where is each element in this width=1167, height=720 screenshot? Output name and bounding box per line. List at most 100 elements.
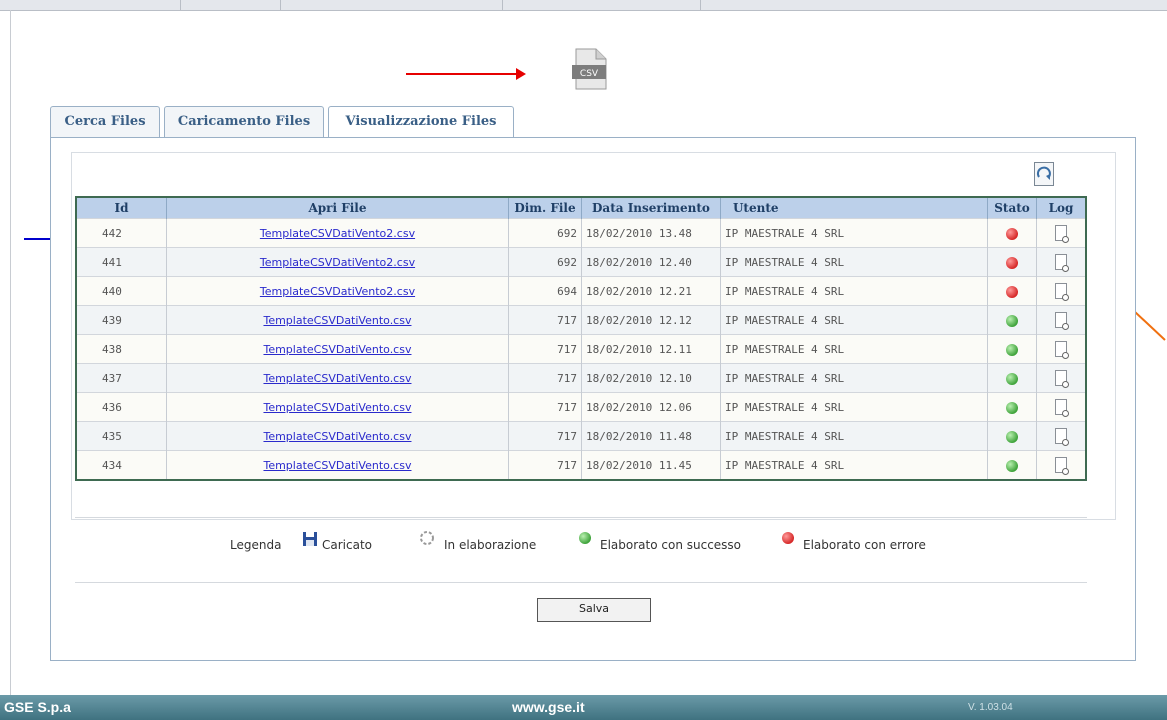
cell-size: 717 bbox=[508, 363, 582, 393]
file-link[interactable]: TemplateCSVDatiVento2.csv bbox=[260, 256, 415, 269]
table-row: 438 TemplateCSVDatiVento.csv 717 18/02/2010… bbox=[76, 334, 1087, 364]
table-row: 439 TemplateCSVDatiVento.csv 717 18/02/2010… bbox=[76, 305, 1087, 335]
file-link[interactable]: TemplateCSVDatiVento2.csv bbox=[260, 227, 415, 240]
cell-status bbox=[987, 363, 1037, 393]
table-body: 442 TemplateCSVDatiVento2.csv 692 18/02/201… bbox=[76, 218, 1087, 480]
cell-log bbox=[1036, 247, 1087, 277]
table-row: 436 TemplateCSVDatiVento.csv 717 18/02/2010… bbox=[76, 392, 1087, 422]
error-status-icon bbox=[1006, 227, 1018, 240]
header-data-inserimento[interactable]: Data Inserimento bbox=[581, 197, 721, 219]
header-utente[interactable]: Utente bbox=[720, 197, 989, 219]
floppy-disk-icon bbox=[303, 532, 317, 546]
save-button[interactable]: Salva bbox=[537, 598, 651, 622]
header-dim-file[interactable]: Dim. File bbox=[508, 197, 582, 219]
cell-user: IP MAESTRALE 4 SRL bbox=[720, 421, 989, 451]
legend-errore: Elaborato con errore bbox=[803, 538, 926, 552]
log-view-icon[interactable] bbox=[1055, 399, 1069, 417]
table-row: 437 TemplateCSVDatiVento.csv 717 18/02/2010… bbox=[76, 363, 1087, 393]
cell-status bbox=[987, 305, 1037, 335]
cell-user: IP MAESTRALE 4 SRL bbox=[720, 363, 989, 393]
log-view-icon[interactable] bbox=[1055, 457, 1069, 475]
cell-log bbox=[1036, 363, 1087, 393]
log-view-icon[interactable] bbox=[1055, 254, 1069, 272]
log-view-icon[interactable] bbox=[1055, 283, 1069, 301]
cell-size: 717 bbox=[508, 305, 582, 335]
footer-website-link[interactable]: www.gse.it bbox=[512, 699, 585, 715]
red-arrow-annotation bbox=[406, 68, 526, 80]
cell-id: 435 bbox=[76, 421, 167, 451]
file-link[interactable]: TemplateCSVDatiVento.csv bbox=[263, 343, 411, 356]
cell-id: 440 bbox=[76, 276, 167, 306]
file-link[interactable]: TemplateCSVDatiVento2.csv bbox=[260, 285, 415, 298]
success-status-icon bbox=[1006, 343, 1018, 356]
cell-file: TemplateCSVDatiVento2.csv bbox=[166, 247, 509, 277]
success-status-icon bbox=[1006, 430, 1018, 443]
cell-id: 436 bbox=[76, 392, 167, 422]
cell-id: 438 bbox=[76, 334, 167, 364]
cell-status bbox=[987, 247, 1037, 277]
success-status-icon bbox=[1006, 401, 1018, 414]
file-link[interactable]: TemplateCSVDatiVento.csv bbox=[263, 459, 411, 472]
tab-visualizzazione-files[interactable]: Visualizzazione Files bbox=[328, 106, 514, 140]
success-status-icon bbox=[1006, 314, 1018, 327]
cell-log bbox=[1036, 218, 1087, 248]
file-link[interactable]: TemplateCSVDatiVento.csv bbox=[263, 372, 411, 385]
success-status-icon bbox=[1006, 459, 1018, 472]
header-apri-file[interactable]: Apri File bbox=[166, 197, 509, 219]
cell-status bbox=[987, 392, 1037, 422]
top-strip-segment bbox=[502, 0, 701, 10]
cell-file: TemplateCSVDatiVento2.csv bbox=[166, 276, 509, 306]
footer-version: V. 1.03.04 bbox=[968, 702, 1013, 713]
files-table: Id Apri File Dim. File Data Inserimento … bbox=[75, 196, 1087, 481]
header-stato[interactable]: Stato bbox=[987, 197, 1037, 219]
cell-status bbox=[987, 276, 1037, 306]
legend-bar bbox=[75, 517, 1087, 583]
cell-size: 717 bbox=[508, 392, 582, 422]
cell-file: TemplateCSVDatiVento.csv bbox=[166, 392, 509, 422]
cell-status bbox=[987, 334, 1037, 364]
cell-size: 717 bbox=[508, 334, 582, 364]
log-view-icon[interactable] bbox=[1055, 428, 1069, 446]
cell-id: 434 bbox=[76, 450, 167, 480]
cell-status bbox=[987, 450, 1037, 480]
cell-id: 439 bbox=[76, 305, 167, 335]
spinner-icon bbox=[420, 531, 434, 545]
table-header-row: Id Apri File Dim. File Data Inserimento … bbox=[76, 197, 1087, 219]
file-link[interactable]: TemplateCSVDatiVento.csv bbox=[263, 314, 411, 327]
refresh-icon[interactable] bbox=[1034, 162, 1054, 186]
csv-file-icon[interactable]: CSV bbox=[570, 47, 610, 91]
cell-log bbox=[1036, 421, 1087, 451]
cell-size: 692 bbox=[508, 247, 582, 277]
refresh-glyph bbox=[1036, 166, 1051, 180]
top-strip-segment bbox=[0, 0, 181, 10]
cell-user: IP MAESTRALE 4 SRL bbox=[720, 450, 989, 480]
file-link[interactable]: TemplateCSVDatiVento.csv bbox=[263, 430, 411, 443]
cell-file: TemplateCSVDatiVento.csv bbox=[166, 305, 509, 335]
header-log[interactable]: Log bbox=[1036, 197, 1087, 219]
cell-log bbox=[1036, 450, 1087, 480]
log-view-icon[interactable] bbox=[1055, 312, 1069, 330]
log-view-icon[interactable] bbox=[1055, 341, 1069, 359]
header-id[interactable]: Id bbox=[76, 197, 167, 219]
cell-id: 437 bbox=[76, 363, 167, 393]
cell-file: TemplateCSVDatiVento.csv bbox=[166, 421, 509, 451]
cell-size: 692 bbox=[508, 218, 582, 248]
table-row: 434 TemplateCSVDatiVento.csv 717 18/02/2010… bbox=[76, 450, 1087, 480]
tab-caricamento-files[interactable]: Caricamento Files bbox=[164, 106, 324, 137]
cell-date: 18/02/2010 12.12 bbox=[581, 305, 721, 335]
table-row: 442 TemplateCSVDatiVento2.csv 692 18/02/201… bbox=[76, 218, 1087, 248]
cell-id: 442 bbox=[76, 218, 167, 248]
log-view-icon[interactable] bbox=[1055, 225, 1069, 243]
file-link[interactable]: TemplateCSVDatiVento.csv bbox=[263, 401, 411, 414]
cell-user: IP MAESTRALE 4 SRL bbox=[720, 218, 989, 248]
cell-file: TemplateCSVDatiVento.csv bbox=[166, 450, 509, 480]
cell-size: 717 bbox=[508, 421, 582, 451]
cell-log bbox=[1036, 276, 1087, 306]
cell-user: IP MAESTRALE 4 SRL bbox=[720, 334, 989, 364]
cell-log bbox=[1036, 334, 1087, 364]
cell-date: 18/02/2010 12.40 bbox=[581, 247, 721, 277]
tab-cerca-files[interactable]: Cerca Files bbox=[50, 106, 160, 137]
log-view-icon[interactable] bbox=[1055, 370, 1069, 388]
error-status-icon bbox=[1006, 256, 1018, 269]
cell-date: 18/02/2010 12.11 bbox=[581, 334, 721, 364]
